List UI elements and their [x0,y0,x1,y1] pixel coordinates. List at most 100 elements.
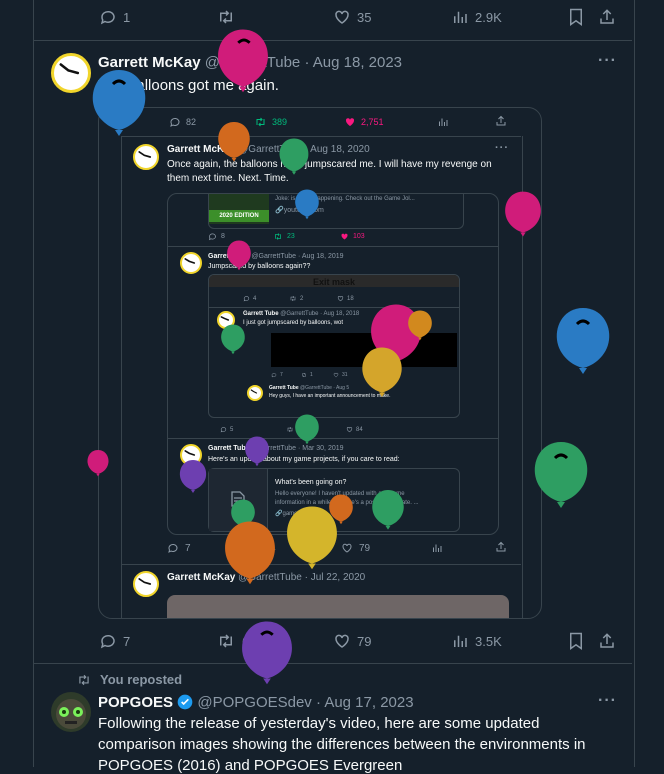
divider [34,40,632,41]
game-label: 2020 EDITION [209,210,269,222]
author-name: Garrett McKay [167,572,236,583]
retweet-icon [256,117,265,127]
verified-badge-icon [177,694,193,710]
retweet-icon [253,543,262,553]
retweet-icon [275,233,281,240]
exit-mask-image: Exit mask [209,275,459,287]
nested-retweets: 23 [273,232,295,241]
clock-icon [138,578,152,585]
avatar [133,571,159,597]
nested-retweets [286,426,294,433]
tweet-date[interactable]: · Aug 18, 2023 [304,54,402,71]
views-button[interactable]: 3.5K [451,632,502,650]
author-name[interactable]: Garrett McKay [98,54,201,71]
tweet-text: comparison images showing the difference… [98,736,586,753]
bookmark-button[interactable] [568,8,584,26]
views-icon [439,118,448,126]
link-card-thumb [209,469,268,531]
reply-icon [271,373,277,378]
views-icon [433,544,442,552]
tweet-date: · Aug 5 [333,385,350,391]
clock-icon [220,316,230,321]
author-handle: @GarrettTube [280,311,319,317]
nested-likes: 31 [333,372,348,378]
divider [168,438,498,439]
author-handle: @GarrettTube [251,253,297,260]
tweet-date: · Mar 30, 2019 [298,445,344,452]
nested-actions: 7 [271,372,283,378]
link-card-text: information in a while, so here's a post… [275,500,419,506]
link-card-text: Joke: is finally happening. Check out th… [275,196,415,202]
reply-button[interactable]: 1 [99,8,130,26]
views-icon [454,11,467,23]
repost-indicator[interactable]: You reposted [76,672,182,687]
avatar[interactable] [51,692,91,732]
like-button[interactable]: 79 [333,632,371,650]
avatar [180,252,202,274]
tweet-text: POPGOES (2016) and POPGOES Evergreen [98,757,403,774]
heart-icon [345,118,355,126]
tweet-date: · Aug 18, 2018 [320,311,360,317]
embed-text: them next time. Next. Time. [167,173,289,184]
reply-icon [100,10,115,25]
views-button[interactable]: 2.9K [451,8,502,26]
share-button[interactable] [598,632,616,650]
embed-reply: 7 [167,542,191,554]
author-handle: @GarrettTube [300,385,332,391]
embed-text: Hey guys, I have an important announceme… [269,393,391,399]
heart-icon [346,427,353,433]
robot-face-icon [56,699,86,729]
nested-likes: 103 [340,232,365,241]
retweet-icon [302,372,306,378]
embed-reply: 82 [169,116,196,128]
more-icon[interactable]: ··· [598,692,617,710]
share-button[interactable] [598,8,616,26]
link-card-domain: 🔗youtube.com [275,207,324,214]
nested-actions: 4 [243,295,256,302]
link-card-title: What's been going on? [275,479,347,486]
avatar [247,385,263,401]
link-card-domain: 🔗gamejolt.com [275,511,319,517]
link-card: 2020 EDITION Joke: is finally happening.… [208,194,464,229]
nested-embed: 2020 EDITION Joke: is finally happening.… [167,193,499,535]
bookmark-button[interactable] [568,632,584,650]
heart-icon [335,10,349,24]
tweet-date: · Aug 18, 2019 [298,253,344,260]
author-handle: @GarrettTube [238,144,302,155]
nested-actions: 5 [220,426,233,433]
tweet-text: The balloons got me again. [98,77,279,94]
bookmark-icon [570,632,582,650]
embedded-media[interactable]: 82 389 2,751 Garrett McKay @GarrettTube … [98,107,542,619]
author-name: Garrett Tube [208,253,250,260]
retweet-button[interactable]: 6 [216,632,249,650]
embed-like: 2,751 [344,116,384,128]
bookmark-icon [570,8,582,26]
author-handle[interactable]: @GarrettTube [205,54,301,71]
reply-button[interactable]: 7 [99,632,130,650]
divider [121,136,521,137]
more-icon[interactable]: ··· [598,52,617,70]
nested-retweets: 2 [289,295,303,302]
author-name: Garrett McKay [167,144,236,155]
author-name[interactable]: POPGOES [98,694,173,711]
nested-actions: 8 [208,232,225,241]
heart-icon [342,543,352,553]
embed-retweet: 4 [251,542,276,554]
embed-like: 79 [341,542,370,554]
author-handle[interactable]: @POPGOESdev [197,694,311,711]
reply-icon [220,427,227,433]
author-name: Garrett Tube [208,445,250,452]
tweet-date[interactable]: · Aug 17, 2023 [316,694,414,711]
link-card-text: Hello everyone! I haven't updated with a… [275,491,405,497]
heart-icon [341,233,348,240]
divider [168,246,498,247]
photo-thumbnail [167,595,509,618]
like-button[interactable]: 35 [333,8,371,26]
clock-icon [184,450,196,456]
retweet-button[interactable] [216,8,236,26]
reply-icon [170,117,180,127]
clock-icon [184,258,196,264]
video-thumbnail [271,333,457,367]
avatar[interactable] [51,53,91,93]
retweet-icon [220,634,232,648]
